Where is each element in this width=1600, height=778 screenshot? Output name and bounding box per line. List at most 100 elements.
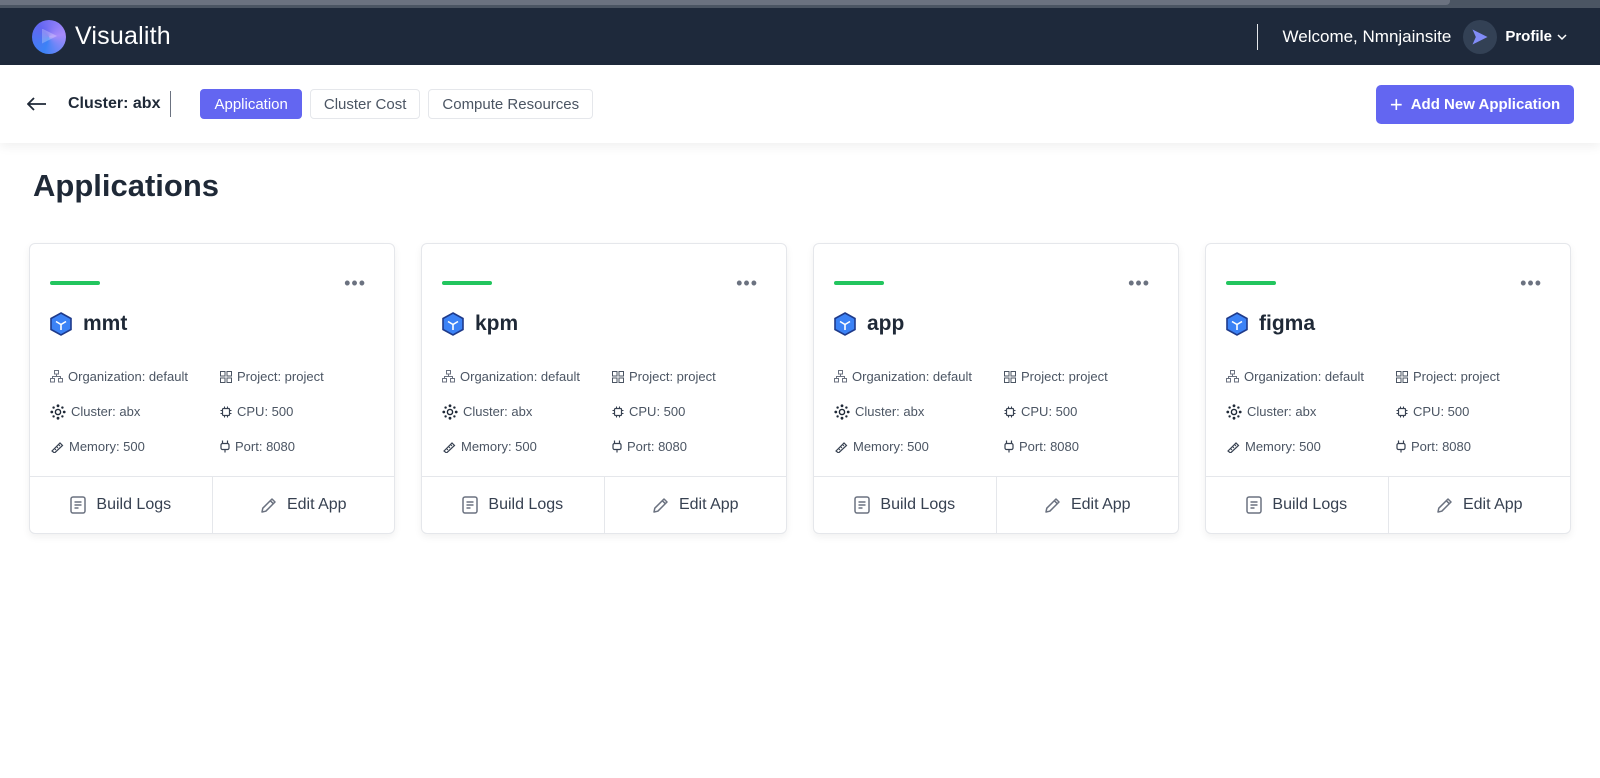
build-logs-label: Build Logs bbox=[1272, 496, 1348, 513]
add-new-application-button[interactable]: + Add New Application bbox=[1376, 85, 1574, 124]
send-icon bbox=[1472, 29, 1488, 44]
card-footer: Build Logs Edit App bbox=[30, 476, 394, 533]
port-field: Port: 8080 bbox=[612, 439, 687, 454]
edit-app-label: Edit App bbox=[678, 496, 739, 513]
top-navbar: Visualith Welcome, Nmnjainsite Profile bbox=[0, 8, 1600, 65]
status-indicator bbox=[1226, 281, 1276, 285]
cube-icon bbox=[1226, 312, 1248, 336]
build-logs-button[interactable]: Build Logs bbox=[30, 477, 212, 533]
pencil-icon bbox=[653, 497, 668, 513]
tab-application[interactable]: Application bbox=[200, 89, 302, 119]
memory-value: Memory: 500 bbox=[461, 439, 537, 454]
cluster-icon bbox=[834, 403, 850, 420]
cpu-icon bbox=[612, 406, 624, 417]
back-arrow-icon[interactable] bbox=[26, 93, 48, 115]
cluster-field: Cluster: abx bbox=[50, 403, 220, 420]
chevron-down-icon[interactable] bbox=[1556, 31, 1568, 43]
organization-value: Organization: default bbox=[460, 369, 580, 384]
more-horizontal-icon[interactable]: ••• bbox=[344, 274, 366, 292]
memory-field: Memory: 500 bbox=[50, 439, 220, 454]
cluster-icon bbox=[50, 403, 66, 420]
edit-app-label: Edit App bbox=[1462, 496, 1523, 513]
edit-app-button[interactable]: Edit App bbox=[603, 477, 787, 533]
tab-compute-resources[interactable]: Compute Resources bbox=[428, 89, 594, 119]
brand[interactable]: Visualith bbox=[32, 19, 171, 54]
meta-row: Organization: default Project: project bbox=[834, 359, 1164, 394]
cpu-value: CPU: 500 bbox=[629, 404, 686, 419]
organization-value: Organization: default bbox=[68, 369, 188, 384]
meta-row: Cluster: abx CPU: 500 bbox=[834, 394, 1164, 429]
status-indicator bbox=[834, 281, 884, 285]
cpu-icon bbox=[1396, 406, 1408, 417]
port-field: Port: 8080 bbox=[1396, 439, 1471, 454]
cpu-field: CPU: 500 bbox=[1004, 404, 1077, 419]
cluster-icon bbox=[1226, 403, 1242, 420]
app-meta: Organization: default Project: project C… bbox=[442, 359, 772, 464]
cluster-field: Cluster: abx bbox=[834, 403, 1004, 420]
status-indicator bbox=[442, 281, 492, 285]
memory-value: Memory: 500 bbox=[69, 439, 145, 454]
meta-row: Organization: default Project: project bbox=[1226, 359, 1556, 394]
cluster-value: Cluster: abx bbox=[1247, 404, 1317, 419]
edit-app-button[interactable]: Edit App bbox=[995, 477, 1179, 533]
browser-scroll-strip bbox=[0, 0, 1450, 5]
app-title: mmt bbox=[50, 312, 127, 336]
port-field: Port: 8080 bbox=[220, 439, 295, 454]
cluster-value: Cluster: abx bbox=[71, 404, 141, 419]
edit-app-button[interactable]: Edit App bbox=[1387, 477, 1571, 533]
visualith-logo-icon bbox=[32, 19, 66, 54]
cpu-value: CPU: 500 bbox=[1413, 404, 1470, 419]
more-horizontal-icon[interactable]: ••• bbox=[1128, 274, 1150, 292]
memory-icon bbox=[443, 441, 456, 453]
project-field: Project: project bbox=[612, 369, 716, 384]
port-icon bbox=[220, 440, 230, 453]
memory-field: Memory: 500 bbox=[1226, 439, 1396, 454]
meta-row: Cluster: abx CPU: 500 bbox=[442, 394, 772, 429]
grid-icon bbox=[1004, 370, 1016, 383]
tab-cluster-cost[interactable]: Cluster Cost bbox=[309, 89, 421, 119]
cube-icon bbox=[442, 312, 464, 336]
profile-avatar[interactable] bbox=[1463, 19, 1498, 54]
cluster-field: Cluster: abx bbox=[1226, 403, 1396, 420]
memory-field: Memory: 500 bbox=[834, 439, 1004, 454]
project-value: Project: project bbox=[237, 369, 324, 384]
meta-row: Memory: 500 Port: 8080 bbox=[834, 429, 1164, 464]
application-cards: ••• mmt Organization: default Project: p… bbox=[29, 243, 1571, 534]
cluster-subheader: Cluster: abx Application Cluster Cost Co… bbox=[0, 65, 1600, 143]
document-icon bbox=[1246, 496, 1263, 514]
organization-field: Organization: default bbox=[50, 369, 220, 384]
organization-value: Organization: default bbox=[1244, 369, 1364, 384]
more-horizontal-icon[interactable]: ••• bbox=[1520, 274, 1542, 292]
cluster-value: Cluster: abx bbox=[855, 404, 925, 419]
app-name: app bbox=[867, 312, 905, 335]
meta-row: Organization: default Project: project bbox=[50, 359, 380, 394]
application-card: ••• kpm Organization: default Project: p… bbox=[421, 243, 787, 534]
memory-value: Memory: 500 bbox=[1245, 439, 1321, 454]
brand-name: Visualith bbox=[75, 22, 171, 50]
org-tree-icon bbox=[834, 370, 847, 383]
org-tree-icon bbox=[50, 370, 63, 383]
edit-app-label: Edit App bbox=[1070, 496, 1131, 513]
more-horizontal-icon[interactable]: ••• bbox=[736, 274, 758, 292]
project-value: Project: project bbox=[1021, 369, 1108, 384]
app-name: figma bbox=[1259, 312, 1316, 335]
build-logs-button[interactable]: Build Logs bbox=[814, 477, 996, 533]
memory-value: Memory: 500 bbox=[853, 439, 929, 454]
port-icon bbox=[612, 440, 622, 453]
memory-icon bbox=[51, 441, 64, 453]
project-value: Project: project bbox=[1413, 369, 1500, 384]
plus-icon: + bbox=[1389, 91, 1403, 117]
profile-menu-label[interactable]: Profile bbox=[1505, 28, 1552, 45]
memory-icon bbox=[835, 441, 848, 453]
port-icon bbox=[1004, 440, 1014, 453]
build-logs-label: Build Logs bbox=[488, 496, 564, 513]
edit-app-button[interactable]: Edit App bbox=[211, 477, 395, 533]
organization-field: Organization: default bbox=[1226, 369, 1396, 384]
cpu-field: CPU: 500 bbox=[220, 404, 293, 419]
project-field: Project: project bbox=[1004, 369, 1108, 384]
project-field: Project: project bbox=[220, 369, 324, 384]
document-icon bbox=[462, 496, 479, 514]
build-logs-button[interactable]: Build Logs bbox=[422, 477, 604, 533]
build-logs-button[interactable]: Build Logs bbox=[1206, 477, 1388, 533]
app-name: mmt bbox=[83, 312, 128, 335]
